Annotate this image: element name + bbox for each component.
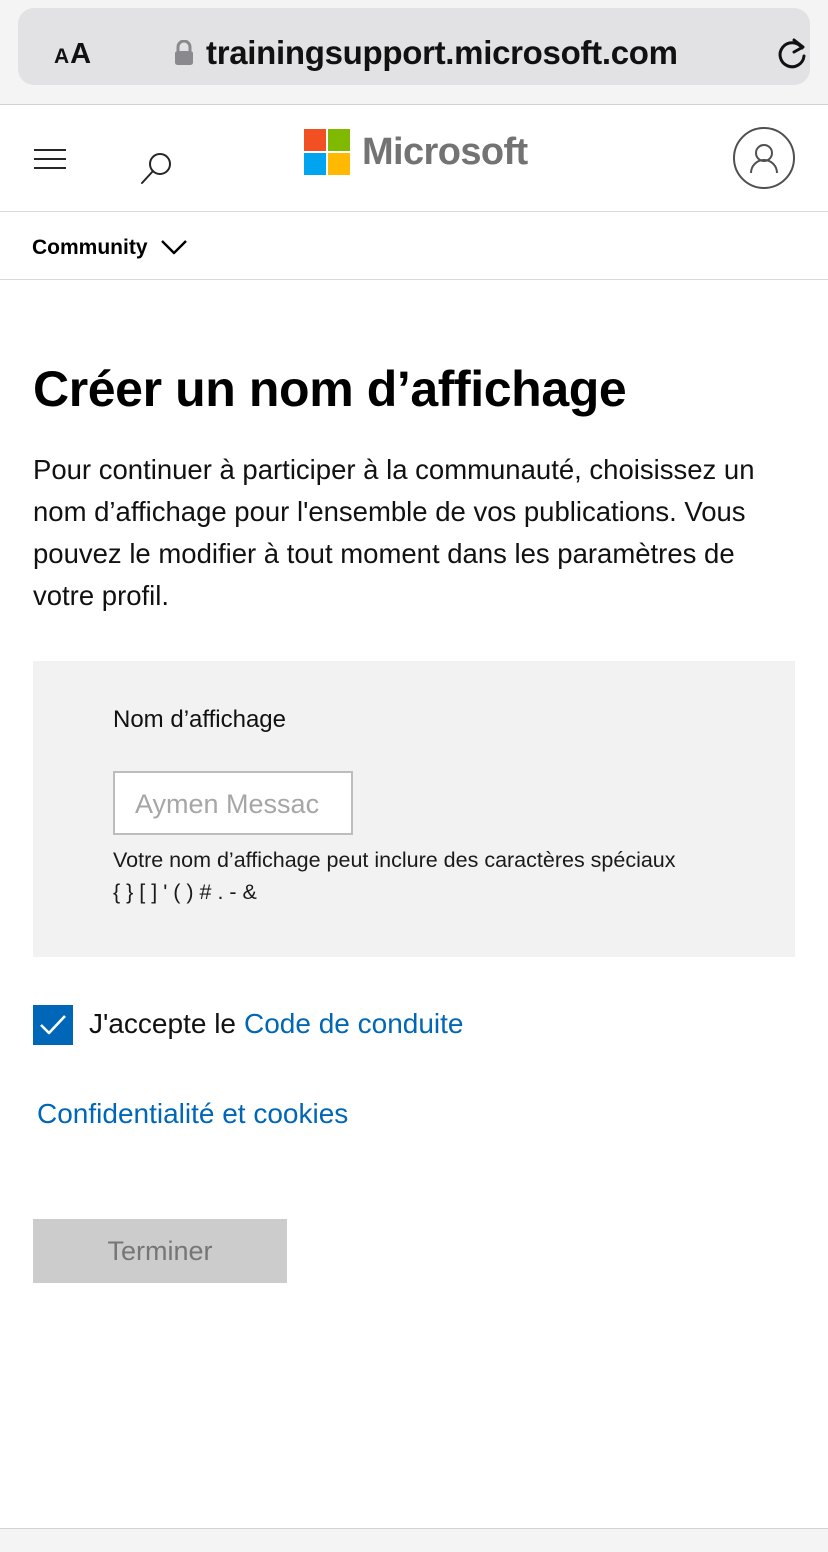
display-name-form: Nom d’affichage Aymen Messac Votre nom d… [33,661,795,957]
community-label[interactable]: Community [32,236,148,260]
display-name-label: Nom d’affichage [113,706,286,733]
display-name-hint: Votre nom d’affichage peut inclure des c… [113,844,773,908]
community-nav[interactable]: Community [0,212,828,280]
code-of-conduct-link[interactable]: Code de conduite [244,1008,464,1039]
user-icon [750,144,778,174]
url-text[interactable]: trainingsupport.microsoft.com [206,34,678,72]
accept-text: J'accepte le [89,1008,236,1039]
logo-square-yellow [328,153,350,175]
text-size-small-label: A [54,45,70,68]
address-bar[interactable]: A A trainingsupport.microsoft.com [18,8,810,85]
hint-special-characters: { } [ ] ' ( ) # . - & [113,880,257,904]
search-icon[interactable] [138,149,176,187]
chevron-down-icon[interactable] [160,236,188,258]
brand-name: Microsoft [362,130,528,173]
microsoft-logo[interactable]: Microsoft [304,128,528,176]
account-button[interactable] [733,127,795,189]
privacy-cookies-link[interactable]: Confidentialité et cookies [37,1098,348,1130]
microsoft-logo-icon [304,129,350,175]
accept-checkbox[interactable] [33,1005,73,1045]
logo-square-red [304,129,326,151]
text-size-big-label: A [70,38,92,70]
browser-toolbar: A A trainingsupport.microsoft.com [0,0,828,105]
logo-square-blue [304,153,326,175]
lock-icon [175,40,193,65]
browser-bottom-bar [0,1528,828,1552]
accept-row: J'accepte le Code de conduite [89,1008,464,1040]
menu-icon[interactable] [34,149,66,171]
text-size-button[interactable]: A A [54,38,91,74]
intro-text: Pour continuer à participer à la communa… [33,454,755,611]
hint-text: Votre nom d’affichage peut inclure des c… [113,848,676,872]
finish-button[interactable]: Terminer [33,1219,287,1283]
logo-square-green [328,129,350,151]
page-title: Créer un nom d’affichage [33,361,627,417]
checkmark-icon [40,1015,66,1035]
site-header: Microsoft [0,105,828,212]
display-name-input[interactable]: Aymen Messac [113,771,353,835]
reload-icon[interactable] [774,36,810,72]
